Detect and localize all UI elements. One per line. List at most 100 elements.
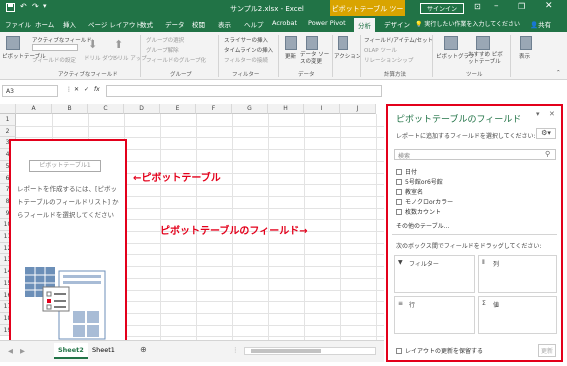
tab-data[interactable]: データ [165, 19, 185, 29]
signin-button[interactable]: サインイン [420, 3, 465, 14]
column-header[interactable]: B [52, 104, 88, 114]
field-item[interactable]: モノクロorカラー [396, 197, 453, 206]
tab-insert[interactable]: 挿入 [63, 19, 76, 29]
undo-icon[interactable]: ↶ [20, 2, 27, 11]
refresh-button[interactable]: 更新 [285, 52, 296, 60]
column-header[interactable]: C [88, 104, 124, 114]
tab-help[interactable]: ヘルプ [244, 19, 264, 29]
ungroup-button[interactable]: グループ解除 [146, 46, 179, 54]
columns-area[interactable]: ⦀ 列 [478, 255, 557, 293]
scroll-left-icon[interactable]: ◀ [8, 347, 13, 355]
field-item[interactable]: 枚数カウント [396, 207, 441, 216]
field-search-input[interactable]: 検索 ⚲ [394, 149, 556, 160]
gear-icon[interactable]: ⚙▾ [536, 128, 556, 139]
maximize-icon[interactable]: ❐ [518, 2, 525, 11]
filter-area[interactable]: ▼ フィルター [394, 255, 475, 293]
change-source-button[interactable]: データ ソースの変更 [300, 52, 330, 66]
field-item[interactable]: 日付 [396, 167, 417, 176]
tab-home[interactable]: ホーム [35, 19, 54, 29]
sheet-tab-sheet1[interactable]: Sheet1 [92, 346, 115, 354]
group-label-active-field: アクティブなフィールド [58, 72, 118, 78]
pivot-placeholder-label: ピボットテーブル1 [29, 160, 101, 172]
qat-dropdown-icon[interactable]: ▾ [43, 2, 47, 10]
checkbox-icon[interactable] [396, 169, 402, 175]
recommended-pivot-icon [476, 36, 490, 50]
column-header[interactable]: F [196, 104, 232, 114]
pane-options-icon[interactable]: ▾ [536, 110, 540, 118]
tell-me-box[interactable]: 💡 実行したい作業を入力してください [415, 19, 520, 28]
tab-split-icon[interactable]: ⋮ [232, 346, 239, 354]
tab-design[interactable]: デザイン [384, 19, 410, 29]
collapse-ribbon-icon[interactable]: ⌃ [556, 70, 561, 76]
tab-review[interactable]: 校閲 [192, 19, 205, 29]
insert-timeline-button[interactable]: タイムラインの挿入 [224, 46, 273, 54]
enter-icon[interactable]: ✓ [84, 86, 89, 93]
ribbon-display-icon[interactable]: ⊡ [474, 2, 481, 11]
checkbox-icon[interactable] [396, 199, 402, 205]
defer-label: レイアウトの更新を保留する [405, 348, 484, 355]
column-header[interactable]: H [268, 104, 304, 114]
group-label-calculations: 計算方法 [384, 72, 407, 78]
tab-view[interactable]: 表示 [218, 19, 231, 29]
column-header[interactable]: D [124, 104, 160, 114]
field-group-button[interactable]: フィールドのグループ化 [146, 56, 206, 64]
active-field-input[interactable] [32, 44, 78, 51]
column-header[interactable]: I [304, 104, 340, 114]
person-icon: 👤 [530, 21, 539, 29]
share-button[interactable]: 👤共有 [530, 19, 551, 29]
drill-up-button[interactable]: ドリル アップ [112, 54, 147, 62]
actions-button[interactable]: アクション [334, 52, 361, 60]
checkbox-icon[interactable] [396, 179, 402, 185]
pivot-table-area[interactable]: ピボットテーブル1 レポートを作成するには、[ピボットテーブルのフィールドリスト… [9, 139, 127, 346]
values-area[interactable]: Σ 値 [478, 296, 557, 334]
redo-icon[interactable]: ↷ [32, 2, 39, 11]
rows-area[interactable]: ≡ 行 [394, 296, 475, 334]
save-icon[interactable] [6, 3, 15, 14]
defer-update-option[interactable]: レイアウトの更新を保留する [396, 346, 483, 355]
show-button[interactable]: 表示 [519, 52, 530, 60]
close-icon[interactable]: ✕ [545, 1, 553, 11]
relationships-button[interactable]: リレーションシップ [364, 56, 413, 64]
more-tables-link[interactable]: その他のテーブル... [396, 221, 449, 230]
tab-acrobat[interactable]: Acrobat [272, 19, 297, 27]
formula-input[interactable] [106, 85, 382, 97]
row-header[interactable]: 1 [0, 114, 16, 126]
minimize-icon[interactable]: – [494, 1, 499, 11]
row-header[interactable]: 2 [0, 125, 16, 138]
filter-connections-button[interactable]: フィルターの接続 [224, 56, 268, 64]
insert-slicer-button[interactable]: スライサーの挿入 [224, 36, 268, 44]
select-all-corner[interactable] [0, 104, 16, 114]
horizontal-scrollbar[interactable] [244, 347, 376, 355]
update-button[interactable]: 更新 [538, 344, 557, 357]
field-item[interactable]: 5号館or6号館 [396, 177, 443, 186]
recommended-pivot-button[interactable]: おすすめ ピボットテーブル [468, 52, 504, 66]
fx-icon[interactable]: fx [94, 86, 100, 93]
tab-analyze[interactable]: 分析 [354, 18, 375, 32]
sheet-tab-sheet2[interactable]: Sheet2 [54, 343, 88, 359]
column-header[interactable]: J [340, 104, 376, 114]
scrollbar-thumb[interactable] [251, 349, 321, 353]
checkbox-icon[interactable] [396, 209, 402, 215]
sheet-tabs-bar: ◀ ▶ Sheet2 Sheet1 ⊕ ⋮ [0, 340, 384, 362]
fields-items-sets-button[interactable]: フィールド/アイテム/セット [364, 36, 433, 44]
field-item[interactable]: 教室名 [396, 187, 423, 196]
refresh-icon [285, 36, 297, 50]
column-header[interactable]: E [160, 104, 196, 114]
tab-page-layout[interactable]: ページ レイアウト [88, 19, 142, 29]
column-header[interactable]: A [16, 104, 52, 114]
cancel-icon[interactable]: ✕ [74, 86, 79, 93]
checkbox-icon[interactable] [396, 189, 402, 195]
pane-close-icon[interactable]: ✕ [549, 110, 555, 118]
checkbox-icon[interactable] [396, 348, 402, 354]
tab-formulas[interactable]: 数式 [140, 19, 153, 29]
tab-file[interactable]: ファイル [5, 19, 31, 29]
field-settings-button[interactable]: フィールドの設定 [32, 56, 76, 64]
column-header[interactable]: G [232, 104, 268, 114]
scroll-right-icon[interactable]: ▶ [20, 347, 25, 355]
group-select-button[interactable]: グループの選択 [146, 36, 184, 44]
add-sheet-button[interactable]: ⊕ [140, 345, 147, 354]
olap-tools-button[interactable]: OLAP ツール [364, 46, 397, 54]
actions-icon [338, 36, 348, 50]
name-box[interactable]: A3 [2, 85, 58, 97]
tab-power-pivot[interactable]: Power Pivot [308, 19, 346, 27]
